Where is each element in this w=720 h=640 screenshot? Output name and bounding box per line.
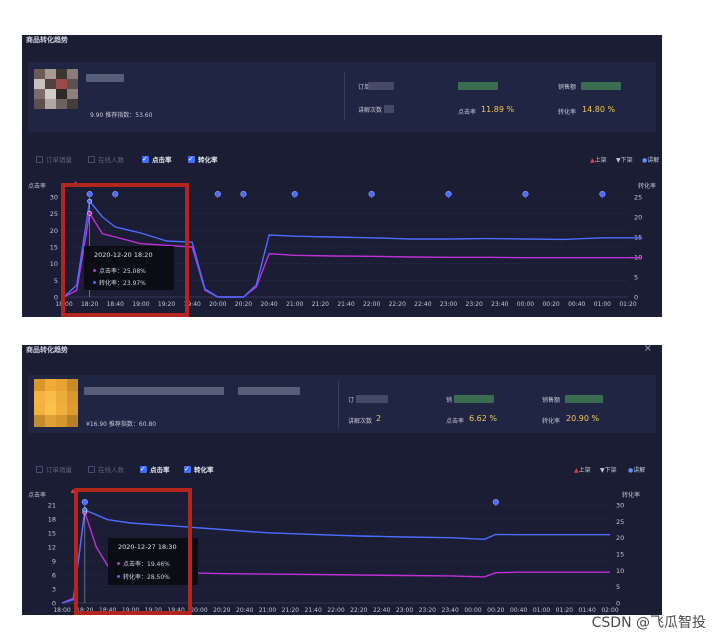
left-tick-label: 5 xyxy=(54,277,58,285)
map-pin-marker xyxy=(492,498,499,507)
left-tick-label: 10 xyxy=(50,260,58,268)
x-tick-label: 01:00 xyxy=(533,607,550,614)
watermark: CSDN @飞瓜智投 xyxy=(591,615,706,631)
left-tick-label: 30 xyxy=(50,194,58,202)
left-tick-label: 21 xyxy=(48,502,56,510)
x-tick-label: 01:20 xyxy=(619,301,636,308)
right-tick-label: 30 xyxy=(616,502,624,510)
x-tick-label: 20:40 xyxy=(236,607,253,614)
left-tick-label: 9 xyxy=(52,558,56,566)
x-tick-label: 23:40 xyxy=(442,607,459,614)
conversion-trend-panel-2: 商品转化趋势 × ¥16.90 推荐指数：60.80 订 讲解次数 2 销 点击… xyxy=(22,345,662,615)
map-pin-marker xyxy=(599,190,606,199)
x-tick-label: 22:40 xyxy=(373,607,390,614)
right-tick-label: 10 xyxy=(616,567,624,575)
map-pin-marker xyxy=(445,190,452,199)
left-tick-label: 20 xyxy=(50,227,58,235)
left-tick-label: 15 xyxy=(50,244,58,252)
x-tick-label: 22:40 xyxy=(414,301,431,308)
x-tick-label: 00:40 xyxy=(510,607,527,614)
x-tick-label: 00:20 xyxy=(542,301,559,308)
conversion-trend-panel-1: 商品转化趋势 9.90 推荐指数：53.60 订单 讲解次数 点击率 11.89… xyxy=(22,35,662,317)
x-tick-label: 20:00 xyxy=(209,301,226,308)
left-tick-label: 25 xyxy=(50,210,58,218)
x-tick-label: 01:00 xyxy=(594,301,611,308)
x-tick-label: 23:00 xyxy=(440,301,457,308)
annotation-highlight-box xyxy=(61,183,189,317)
x-tick-label: 20:00 xyxy=(190,607,207,614)
x-tick-label: 00:40 xyxy=(568,301,585,308)
right-tick-label: 25 xyxy=(634,194,642,202)
right-tick-label: 5 xyxy=(616,583,620,591)
x-tick-label: 00:00 xyxy=(464,607,481,614)
right-tick-label: 15 xyxy=(616,551,624,559)
x-tick-label: 20:40 xyxy=(260,301,277,308)
x-tick-label: 23:20 xyxy=(466,301,483,308)
x-tick-label: 00:20 xyxy=(487,607,504,614)
x-tick-label: 22:20 xyxy=(350,607,367,614)
x-tick-label: 21:00 xyxy=(259,607,276,614)
map-pin-marker xyxy=(240,190,247,199)
x-tick-label: 20:20 xyxy=(213,607,230,614)
map-pin-marker xyxy=(214,190,221,199)
x-tick-label: 21:40 xyxy=(337,301,354,308)
x-tick-label: 22:20 xyxy=(389,301,406,308)
right-tick-label: 25 xyxy=(616,518,624,526)
x-tick-label: 23:00 xyxy=(396,607,413,614)
x-tick-label: 00:00 xyxy=(517,301,534,308)
left-tick-label: 3 xyxy=(52,586,56,594)
x-tick-label: 21:40 xyxy=(305,607,322,614)
annotation-highlight-box xyxy=(74,488,192,615)
map-pin-marker xyxy=(368,190,375,199)
x-tick-label: 23:40 xyxy=(491,301,508,308)
x-tick-label: 21:00 xyxy=(286,301,303,308)
x-tick-label: 23:20 xyxy=(419,607,436,614)
left-tick-label: 15 xyxy=(48,530,56,538)
x-tick-label: 21:20 xyxy=(312,301,329,308)
right-tick-label: 5 xyxy=(634,274,638,282)
map-pin-marker xyxy=(522,190,529,199)
x-tick-label: 22:00 xyxy=(363,301,380,308)
map-pin-marker xyxy=(291,190,298,199)
left-tick-label: 6 xyxy=(52,572,56,580)
x-tick-label: 21:20 xyxy=(282,607,299,614)
x-tick-label: 20:20 xyxy=(235,301,252,308)
x-tick-label: 01:20 xyxy=(556,607,573,614)
x-tick-label: 22:00 xyxy=(327,607,344,614)
right-tick-label: 20 xyxy=(634,214,642,222)
x-tick-label: 18:00 xyxy=(53,607,70,614)
right-tick-label: 20 xyxy=(616,534,624,542)
left-tick-label: 12 xyxy=(48,544,56,552)
left-tick-label: 18 xyxy=(48,516,56,524)
